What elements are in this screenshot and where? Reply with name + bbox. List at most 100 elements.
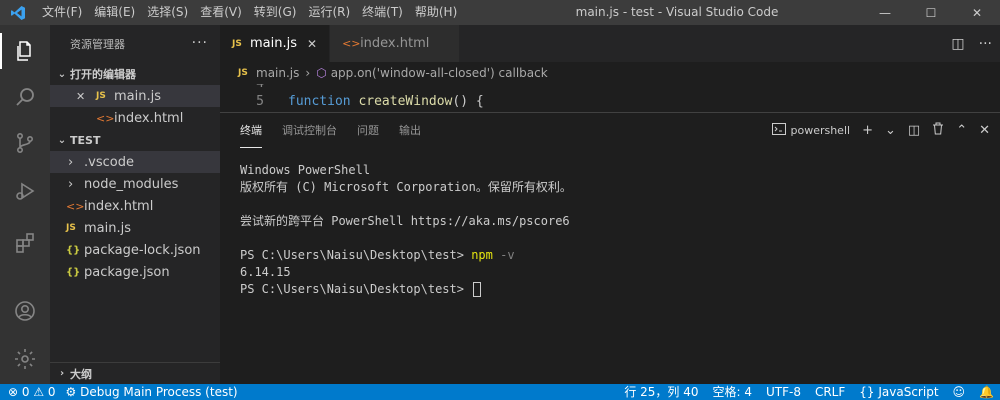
tree-item-package-json[interactable]: {} package.json: [50, 261, 220, 283]
maximize-panel-icon[interactable]: ⌃: [956, 123, 967, 138]
breadcrumb-symbol[interactable]: app.on('window-all-closed') callback: [331, 66, 548, 80]
tree-item-label: package.json: [84, 264, 170, 280]
tree-item-vscode[interactable]: › .vscode: [50, 151, 220, 173]
json-file-icon: {}: [66, 266, 81, 278]
status-bar: ⊗ 0 ⚠ 0 ⚙ Debug Main Process (test) 行 25…: [0, 384, 1000, 400]
menu-selection[interactable]: 选择(S): [141, 0, 194, 25]
editor-tabs: JS main.js ✕ <> index.html ◫ ···: [220, 25, 1000, 62]
cursor-position[interactable]: 行 25，列 40: [624, 384, 698, 400]
add-terminal-icon[interactable]: +: [862, 123, 873, 138]
tab-debug-console[interactable]: 调试控制台: [282, 113, 337, 148]
settings-gear-icon[interactable]: [0, 337, 50, 381]
explorer-header: 资源管理器 ···: [50, 25, 220, 63]
folder-section[interactable]: ⌄ TEST: [50, 129, 220, 151]
open-editor-item[interactable]: <> index.html: [50, 107, 220, 129]
menu-go[interactable]: 转到(G): [248, 0, 303, 25]
tab-label: main.js: [250, 36, 297, 51]
chevron-down-icon[interactable]: ⌄: [885, 123, 896, 138]
breadcrumb-file[interactable]: main.js: [256, 66, 299, 80]
terminal-command-line: PS C:\Users\Naisu\Desktop\test> npm -v: [240, 247, 980, 264]
tab-problems[interactable]: 问题: [357, 113, 379, 148]
more-actions-icon[interactable]: ···: [192, 35, 208, 51]
tree-item-node-modules[interactable]: › node_modules: [50, 173, 220, 195]
window-title: main.js - test - Visual Studio Code: [575, 5, 779, 19]
account-icon[interactable]: [0, 289, 50, 333]
encoding[interactable]: UTF-8: [766, 384, 801, 400]
tree-item-label: package-lock.json: [84, 242, 201, 258]
split-editor-icon[interactable]: ◫: [951, 36, 964, 52]
notifications-bell-icon[interactable]: 🔔: [979, 384, 994, 400]
close-icon[interactable]: ✕: [76, 90, 96, 103]
chevron-down-icon: ⌄: [57, 68, 67, 80]
source-control-icon[interactable]: [0, 121, 50, 165]
breadcrumb: JS main.js › ⬡ app.on('window-all-closed…: [220, 62, 1000, 84]
editor-actions: ◫ ···: [951, 25, 992, 62]
split-terminal-icon[interactable]: ◫: [908, 123, 920, 138]
language-mode[interactable]: {} JavaScript: [859, 384, 938, 400]
keyword-token: function: [288, 94, 351, 109]
open-editors-label: 打开的编辑器: [70, 68, 136, 81]
explorer-icon[interactable]: [0, 29, 50, 73]
open-editor-item[interactable]: ✕ JS main.js: [50, 85, 220, 107]
problems-status[interactable]: ⊗ 0 ⚠ 0: [8, 384, 56, 400]
tree-item-label: main.js: [84, 220, 131, 236]
terminal-panel: 终端 调试控制台 问题 输出 powershell + ⌄ ◫ ⌃ ✕ Wind…: [220, 112, 1000, 384]
indentation[interactable]: 空格: 4: [712, 384, 752, 400]
tab-output[interactable]: 输出: [399, 113, 421, 148]
extensions-icon[interactable]: [0, 221, 50, 265]
menu-view[interactable]: 查看(V): [194, 0, 248, 25]
explorer-sidebar: 资源管理器 ··· ⌄ 打开的编辑器 ✕ JS main.js <> index…: [50, 25, 220, 384]
code-editor[interactable]: 4 5 function createWindow() {: [220, 84, 1000, 111]
menu-terminal[interactable]: 终端(T): [356, 0, 409, 25]
code-line: 5 function createWindow() {: [220, 93, 1000, 111]
tree-item-main-js[interactable]: JS main.js: [50, 217, 220, 239]
feedback-icon[interactable]: ☺: [953, 384, 966, 400]
line-ending[interactable]: CRLF: [815, 384, 845, 400]
run-debug-icon[interactable]: [0, 169, 50, 213]
terminal-selector[interactable]: powershell: [772, 123, 850, 138]
tree-item-label: .vscode: [84, 154, 134, 170]
menu-run[interactable]: 运行(R): [302, 0, 356, 25]
tab-terminal[interactable]: 终端: [240, 113, 262, 148]
menu-bar: 文件(F) 编辑(E) 选择(S) 查看(V) 转到(G) 运行(R) 终端(T…: [36, 0, 463, 25]
terminal-line: 尝试新的跨平台 PowerShell https://aka.ms/pscore…: [240, 214, 570, 228]
terminal-output[interactable]: Windows PowerShell 版权所有 (C) Microsoft Co…: [220, 148, 1000, 312]
window-controls: — ☐ ✕: [862, 0, 1000, 25]
panel-tabs: 终端 调试控制台 问题 输出 powershell + ⌄ ◫ ⌃ ✕: [220, 113, 1000, 148]
minimize-button[interactable]: —: [862, 0, 908, 25]
terminal-cursor: [473, 282, 482, 297]
more-actions-icon[interactable]: ···: [979, 36, 992, 52]
trash-icon[interactable]: [932, 122, 944, 139]
open-editors-section[interactable]: ⌄ 打开的编辑器: [50, 63, 220, 85]
close-tab-icon[interactable]: ✕: [307, 37, 317, 51]
status-right: 行 25，列 40 空格: 4 UTF-8 CRLF {} JavaScript…: [624, 384, 994, 400]
js-file-icon: JS: [238, 68, 248, 78]
debug-status[interactable]: ⚙ Debug Main Process (test): [66, 384, 238, 400]
terminal-input-line[interactable]: PS C:\Users\Naisu\Desktop\test>: [240, 281, 980, 298]
terminal-shell-label: powershell: [790, 124, 851, 137]
tree-item-label: node_modules: [84, 176, 179, 192]
tree-item-index-html[interactable]: <> index.html: [50, 195, 220, 217]
outline-section[interactable]: › 大纲: [50, 362, 220, 384]
menu-edit[interactable]: 编辑(E): [88, 0, 141, 25]
close-window-button[interactable]: ✕: [954, 0, 1000, 25]
function-name-token: createWindow: [358, 94, 453, 109]
breadcrumb-separator: ›: [305, 66, 311, 80]
menu-help[interactable]: 帮助(H): [409, 0, 463, 25]
tab-main-js[interactable]: JS main.js ✕: [220, 25, 331, 62]
search-icon[interactable]: [0, 75, 50, 119]
html-file-icon: <>: [342, 37, 361, 50]
tree-item-package-lock[interactable]: {} package-lock.json: [50, 239, 220, 261]
html-file-icon: <>: [66, 199, 85, 213]
line-number: 5: [256, 94, 264, 109]
maximize-button[interactable]: ☐: [908, 0, 954, 25]
symbol-icon: ⬡: [316, 66, 327, 80]
open-editor-label: index.html: [114, 110, 184, 126]
menu-file[interactable]: 文件(F): [36, 0, 88, 25]
tab-index-html[interactable]: <> index.html: [330, 25, 461, 62]
close-panel-icon[interactable]: ✕: [979, 123, 990, 138]
js-file-icon: JS: [96, 91, 106, 101]
chevron-right-icon: ›: [59, 368, 65, 379]
editor-area: JS main.js ✕ <> index.html ◫ ··· JS main…: [220, 25, 1000, 384]
